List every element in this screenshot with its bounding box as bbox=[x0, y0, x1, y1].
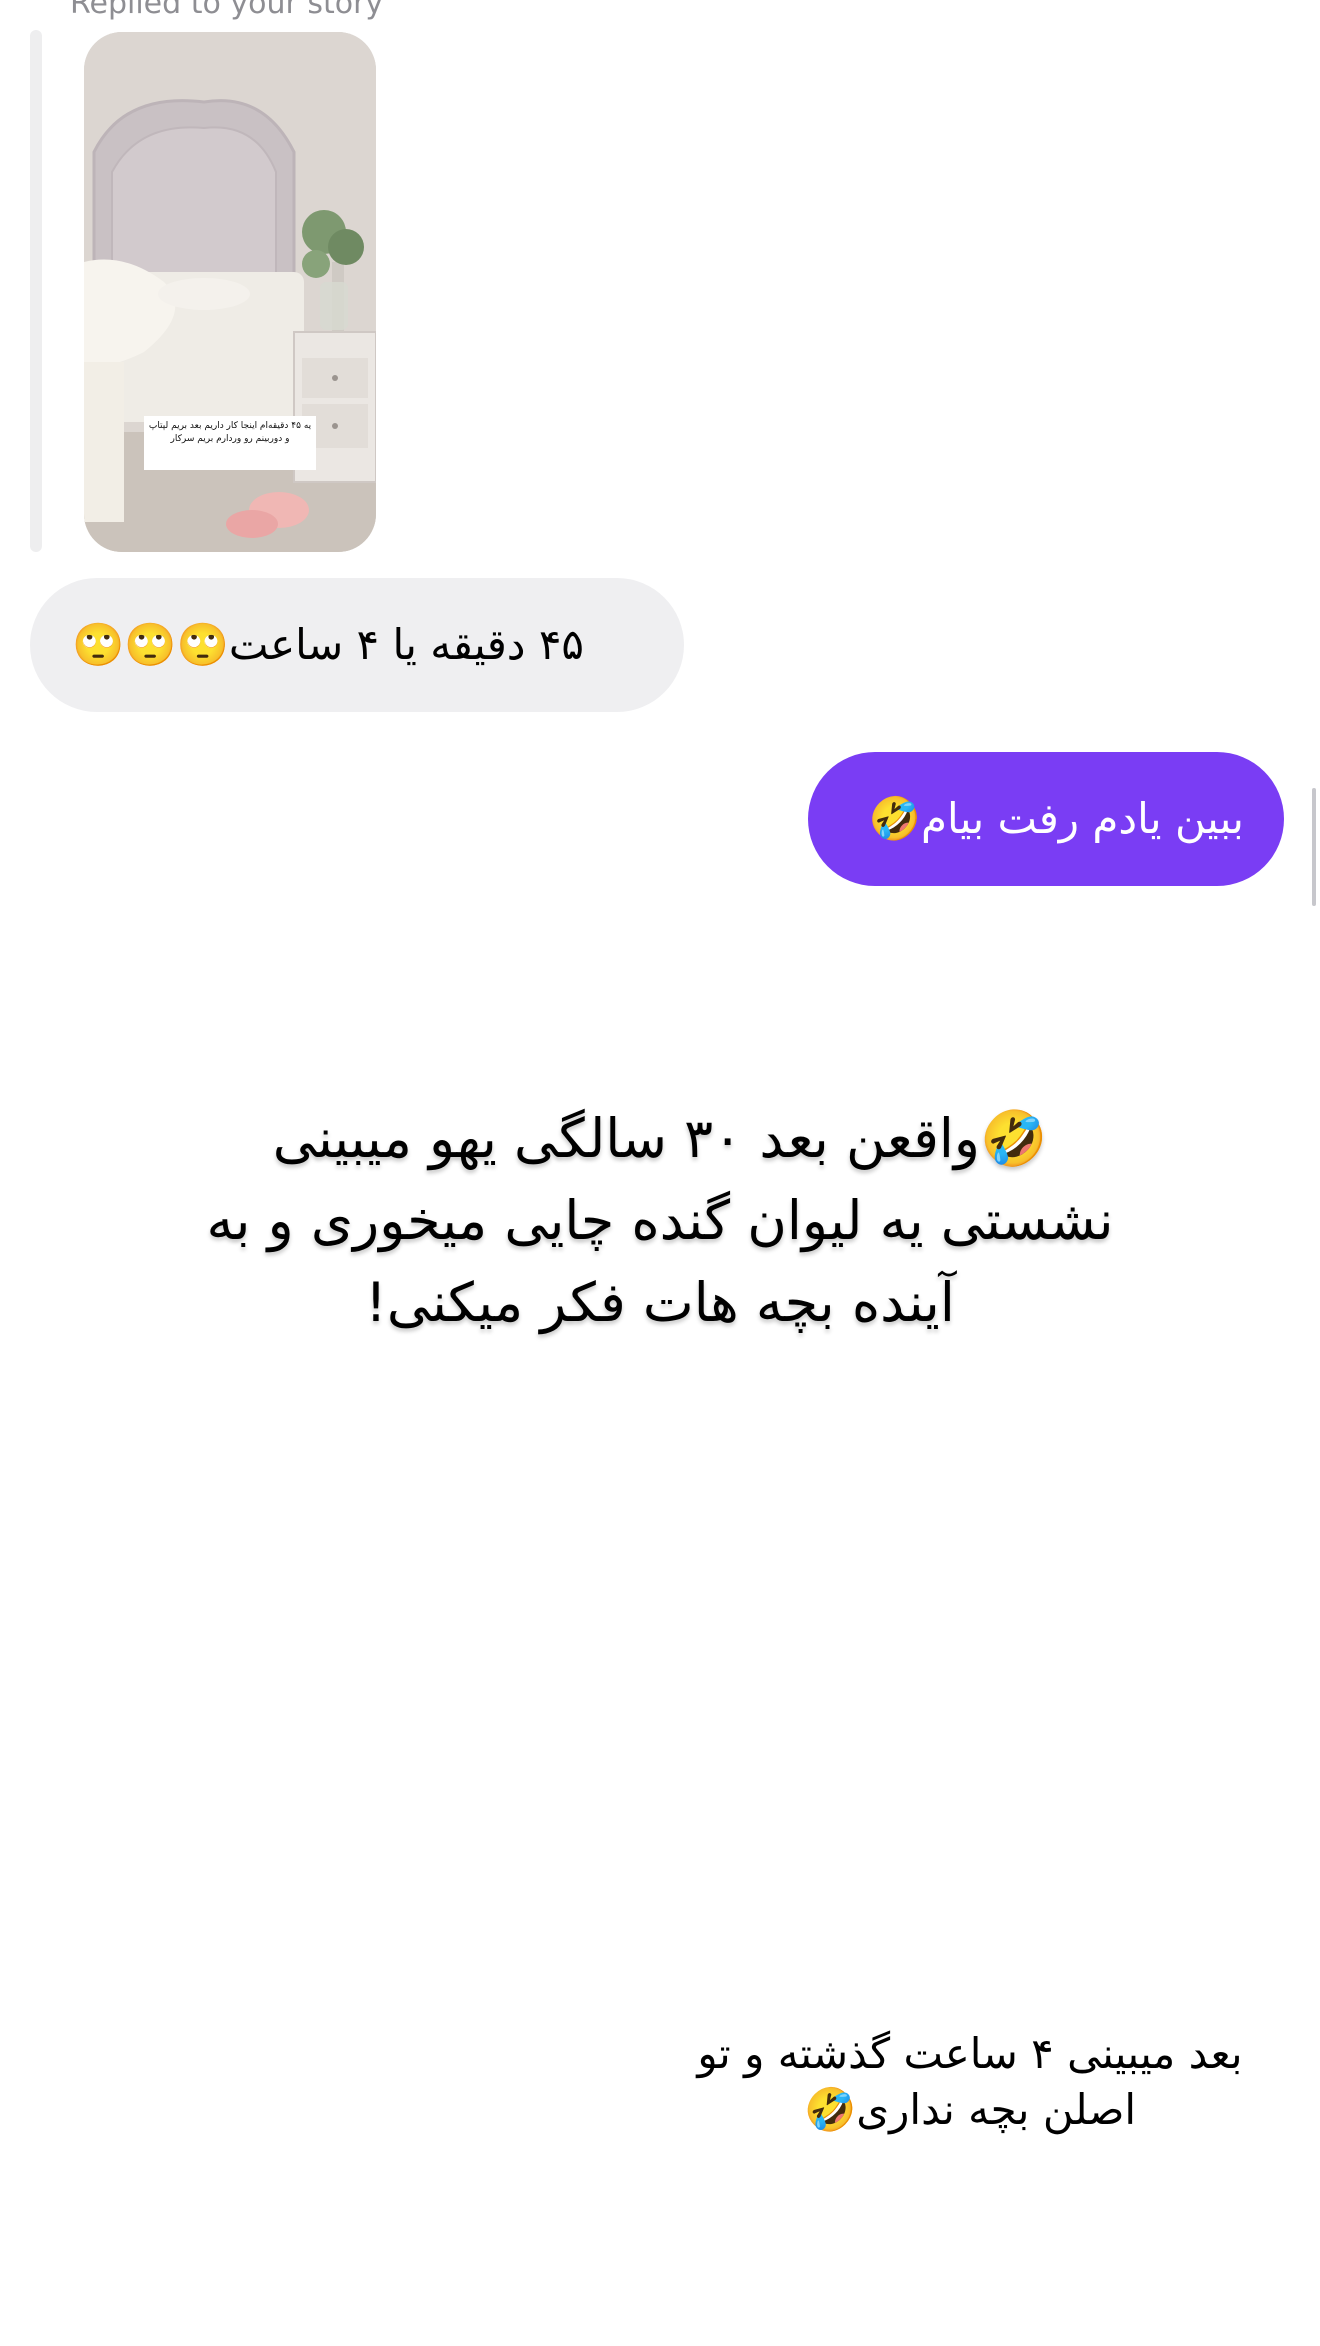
scrollbar[interactable] bbox=[1312, 788, 1316, 906]
outgoing-message-text: ببین یادم رفت بیام🤣 bbox=[868, 794, 1244, 843]
replied-to-story-label: Replied to your story bbox=[70, 0, 384, 21]
bedroom-photo bbox=[84, 32, 376, 552]
incoming-message-text: ۴۵ دقیقه یا ۴ ساعت🙄🙄🙄 bbox=[72, 620, 584, 669]
story-sub-text: بعد میبینی ۴ ساعت گذشته و تو اصلن بچه ند… bbox=[697, 2029, 1243, 2134]
story-caption: یه ۴۵ دقیقه‌ام اینجا کار داریم بعد بریم … bbox=[144, 416, 316, 470]
reply-quote-bar bbox=[30, 30, 42, 552]
incoming-message-bubble[interactable]: ۴۵ دقیقه یا ۴ ساعت🙄🙄🙄 bbox=[30, 578, 684, 712]
outgoing-message-bubble[interactable]: ببین یادم رفت بیام🤣 bbox=[808, 752, 1284, 886]
story-main-text: 🤣واقعن بعد ۳۰ سالگی یهو میبینی نشستی یه … bbox=[206, 1107, 1114, 1334]
story-thumbnail[interactable]: یه ۴۵ دقیقه‌ام اینجا کار داریم بعد بریم … bbox=[84, 32, 376, 552]
